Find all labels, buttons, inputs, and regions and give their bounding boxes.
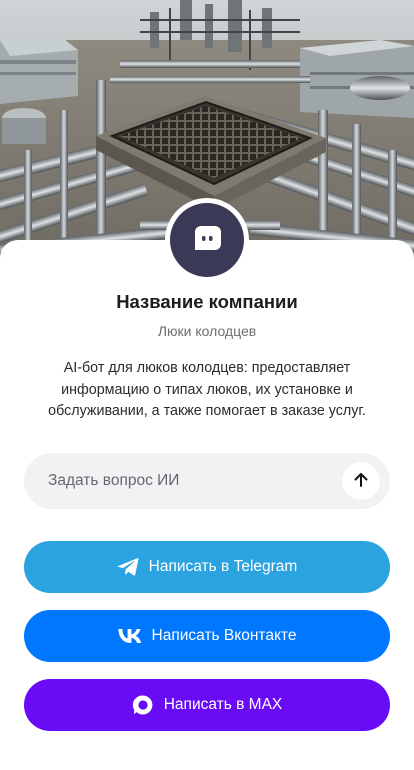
- company-name: Название компании: [116, 291, 298, 312]
- telegram-button-label: Написать в Telegram: [148, 558, 298, 575]
- write-max-button[interactable]: Написать в MAX: [24, 679, 390, 731]
- ask-ai-box: [24, 453, 390, 509]
- write-telegram-button[interactable]: Написать в Telegram: [24, 541, 390, 593]
- vk-button-label: Написать Вконтакте: [151, 627, 297, 644]
- write-vk-button[interactable]: Написать Вконтакте: [24, 610, 390, 662]
- telegram-icon: [117, 557, 139, 577]
- ask-ai-input[interactable]: [24, 453, 342, 509]
- chat-bot-icon: [192, 223, 222, 258]
- avatar: [165, 198, 249, 282]
- avatar-circle: [170, 203, 244, 277]
- company-subtitle: Люки колодцев: [157, 323, 257, 339]
- vk-icon: [117, 629, 142, 643]
- arrow-up-icon: [352, 471, 370, 492]
- max-icon: [132, 694, 154, 716]
- send-button[interactable]: [342, 462, 380, 500]
- company-description: AI-бот для люков колодцев: предоставляет…: [48, 360, 366, 419]
- max-button-label: Написать в MAX: [163, 696, 283, 713]
